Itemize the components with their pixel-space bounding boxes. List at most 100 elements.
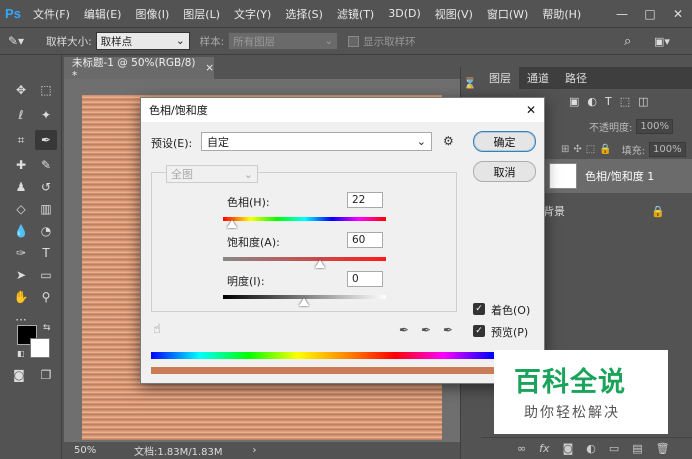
hue-slider[interactable] bbox=[223, 217, 386, 221]
document-tab[interactable]: 未标题-1 @ 50%(RGB/8) * × bbox=[64, 56, 214, 82]
dodge-tool-icon[interactable]: ◔ bbox=[35, 221, 57, 241]
zoom-tool-icon[interactable]: ⚲ bbox=[35, 287, 57, 307]
menu-edit[interactable]: 编辑(E) bbox=[77, 6, 129, 22]
new-group-icon[interactable]: ▭ bbox=[609, 442, 619, 455]
fx-icon[interactable]: fx bbox=[539, 442, 549, 455]
minimize-button[interactable]: — bbox=[608, 7, 636, 21]
rectangle-tool-icon[interactable]: ▭ bbox=[35, 265, 57, 285]
menu-help[interactable]: 帮助(H) bbox=[535, 6, 588, 22]
close-tab-icon[interactable]: × bbox=[205, 62, 214, 74]
delete-layer-icon[interactable]: 🗑 bbox=[656, 442, 670, 455]
history-panel-icon[interactable]: ⌛ bbox=[463, 77, 477, 90]
fill-input[interactable]: 100% bbox=[649, 142, 686, 157]
link-layers-icon[interactable]: ∞ bbox=[517, 442, 526, 455]
lightness-slider-thumb[interactable] bbox=[299, 298, 309, 306]
adjustment-layer-icon[interactable]: ◐ bbox=[586, 442, 596, 455]
close-window-button[interactable]: ✕ bbox=[664, 7, 692, 21]
eyedropper-tool-icon[interactable]: ✒ bbox=[35, 130, 57, 150]
quick-mask-icon[interactable]: ◙ bbox=[8, 365, 30, 385]
ok-button[interactable]: 确定 bbox=[473, 131, 536, 152]
document-title: 未标题-1 @ 50%(RGB/8) * bbox=[72, 56, 196, 82]
lasso-tool-icon[interactable]: ℓ bbox=[10, 105, 32, 125]
tab-channels[interactable]: 通道 bbox=[519, 67, 557, 89]
opacity-input[interactable]: 100% bbox=[636, 119, 673, 134]
status-menu-arrow[interactable]: › bbox=[253, 445, 257, 456]
menu-file[interactable]: 文件(F) bbox=[26, 6, 77, 22]
hue-slider-thumb[interactable] bbox=[227, 220, 237, 228]
image-filter-icon[interactable]: ▣ bbox=[569, 95, 579, 108]
path-select-tool-icon[interactable]: ➤ bbox=[10, 265, 32, 285]
colorize-checkbox[interactable]: ✓ bbox=[473, 303, 485, 315]
colorize-label: 着色(O) bbox=[491, 304, 531, 317]
cancel-button[interactable]: 取消 bbox=[473, 161, 536, 182]
menu-type[interactable]: 文字(Y) bbox=[227, 6, 278, 22]
eyedropper-preset-icon[interactable]: ✎▾ bbox=[8, 34, 24, 48]
stamp-tool-icon[interactable]: ♟ bbox=[10, 177, 32, 197]
sample-size-select[interactable]: 取样点 ⌄ bbox=[95, 32, 190, 50]
panel-tabs: 图层 通道 路径 bbox=[481, 67, 692, 89]
gradient-tool-icon[interactable]: ▥ bbox=[35, 199, 57, 219]
show-ring-toggle[interactable]: 显示取样环 bbox=[348, 34, 416, 49]
brush-tool-icon[interactable]: ✎ bbox=[35, 155, 57, 175]
zoom-level[interactable]: 50% bbox=[64, 445, 104, 456]
tab-paths[interactable]: 路径 bbox=[557, 67, 595, 89]
window-controls: — □ ✕ bbox=[608, 0, 692, 27]
gear-icon[interactable]: ⚙ bbox=[443, 134, 454, 148]
magic-wand-tool-icon[interactable]: ✦ bbox=[35, 105, 57, 125]
lightness-input[interactable]: 0 bbox=[347, 271, 383, 287]
smart-object-filter-icon[interactable]: ◫ bbox=[638, 95, 648, 108]
saturation-input[interactable]: 60 bbox=[347, 232, 383, 248]
chevron-down-icon: ⌄ bbox=[416, 135, 426, 148]
channel-select[interactable]: 全图 ⌄ bbox=[166, 165, 258, 183]
shape-filter-icon[interactable]: ⬚ bbox=[620, 95, 630, 108]
eyedropper-minus-icon[interactable]: ✒ bbox=[443, 323, 453, 337]
new-layer-icon[interactable]: ▤ bbox=[632, 442, 642, 455]
preview-checkbox[interactable]: ✓ bbox=[473, 325, 485, 337]
watermark-subtitle: 助你轻松解决 bbox=[524, 405, 620, 421]
menu-window[interactable]: 窗口(W) bbox=[480, 6, 535, 22]
search-icon[interactable]: ⌕ bbox=[624, 34, 631, 49]
eyedropper-icon[interactable]: ✒ bbox=[399, 323, 409, 337]
marquee-tool-icon[interactable]: ⬚ bbox=[35, 80, 57, 100]
eraser-tool-icon[interactable]: ◇ bbox=[10, 199, 32, 219]
eyedropper-plus-icon[interactable]: ✒ bbox=[421, 323, 431, 337]
tab-layers[interactable]: 图层 bbox=[481, 67, 519, 89]
crop-tool-icon[interactable]: ⌗ bbox=[10, 130, 32, 150]
blur-tool-icon[interactable]: 💧 bbox=[10, 221, 32, 241]
menu-select[interactable]: 选择(S) bbox=[278, 6, 330, 22]
healing-brush-icon[interactable]: ✚ bbox=[10, 155, 32, 175]
watermark: 百科全说 助你轻松解决 bbox=[494, 350, 668, 434]
close-icon[interactable]: ✕ bbox=[526, 103, 536, 117]
maximize-button[interactable]: □ bbox=[636, 7, 664, 21]
lock-icons[interactable]: ⊞✣⬚🔒 bbox=[561, 144, 616, 155]
workspace-icon[interactable]: ▣▾ bbox=[654, 35, 670, 48]
hue-input[interactable]: 22 bbox=[347, 192, 383, 208]
pen-tool-icon[interactable]: ✑ bbox=[10, 243, 32, 263]
menu-filter[interactable]: 滤镜(T) bbox=[330, 6, 381, 22]
menu-view[interactable]: 视图(V) bbox=[428, 6, 480, 22]
show-ring-checkbox[interactable] bbox=[348, 35, 360, 47]
swap-colors-icon[interactable]: ⇆ bbox=[43, 323, 51, 333]
menu-image[interactable]: 图像(I) bbox=[128, 6, 176, 22]
background-color-swatch[interactable] bbox=[30, 338, 50, 358]
history-brush-icon[interactable]: ↺ bbox=[35, 177, 57, 197]
screen-mode-icon[interactable]: ❐ bbox=[35, 365, 57, 385]
default-colors-icon[interactable]: ◧ bbox=[17, 349, 25, 358]
saturation-slider-thumb[interactable] bbox=[315, 260, 325, 268]
move-tool-icon[interactable]: ✥ bbox=[10, 80, 32, 100]
menu-layer[interactable]: 图层(L) bbox=[176, 6, 227, 22]
saturation-label: 饱和度(A): bbox=[227, 236, 280, 249]
dialog-titlebar[interactable]: 色相/饱和度 ✕ bbox=[141, 98, 544, 122]
type-tool-icon[interactable]: T bbox=[35, 243, 57, 263]
menu-3d[interactable]: 3D(D) bbox=[381, 7, 428, 20]
layer-actions: ∞ fx ◙ ◐ ▭ ▤ 🗑 bbox=[481, 437, 692, 459]
hand-tool-icon[interactable]: ✋ bbox=[10, 287, 32, 307]
add-mask-icon[interactable]: ◙ bbox=[563, 442, 574, 455]
adjustment-filter-icon[interactable]: ◐ bbox=[587, 95, 597, 108]
preset-select[interactable]: 自定 ⌄ bbox=[201, 132, 432, 151]
type-filter-icon[interactable]: T bbox=[605, 95, 612, 108]
sample-select[interactable]: 所有图层 ⌄ bbox=[228, 32, 339, 50]
saturation-slider[interactable] bbox=[223, 257, 386, 261]
targeted-adjust-icon[interactable]: ☝ bbox=[153, 322, 161, 337]
layer-name: 背景 bbox=[543, 205, 565, 218]
